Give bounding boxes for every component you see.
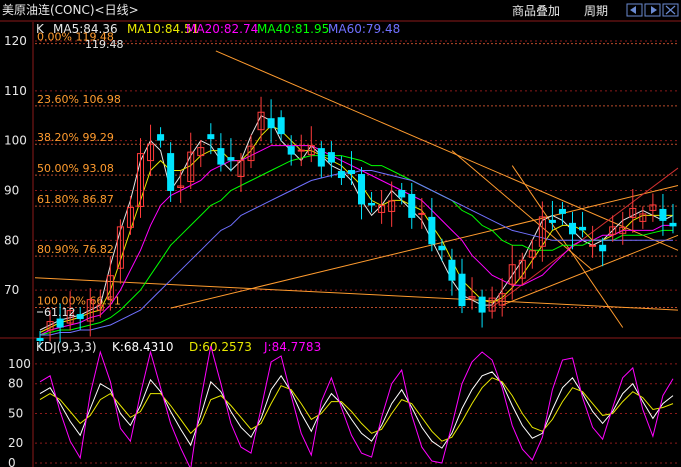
candle-body <box>599 244 607 252</box>
max-price-label: 119.48 <box>85 38 124 51</box>
overlay-commodity-button[interactable]: 商品叠加 <box>512 3 560 18</box>
kdj-y-tick-label: 100 <box>8 357 31 371</box>
candle-body <box>287 146 295 155</box>
chart-title: 美原油连(CONC)<日线> <box>2 2 139 17</box>
fib-level-label: 23.60% 106.98 <box>37 93 121 106</box>
kdj-y-tick-label: 20 <box>8 436 23 450</box>
candle-body <box>478 296 486 313</box>
candle-body <box>207 134 215 140</box>
candle-body <box>157 134 165 141</box>
candle-body <box>458 273 466 307</box>
fib-level-label: 50.00% 93.08 <box>37 162 114 175</box>
candle-body <box>408 193 416 218</box>
ma20-label: MA20:82.74 <box>186 22 258 36</box>
candle-body <box>277 117 285 135</box>
candle-body <box>368 202 376 206</box>
kdj-j-label: J:84.7783 <box>263 340 321 354</box>
y-tick-label: 90 <box>4 183 19 197</box>
candle-body <box>579 226 587 231</box>
candle-body <box>217 148 225 165</box>
candle-body <box>398 189 406 198</box>
candle-body <box>669 222 677 227</box>
candle-body <box>337 171 345 179</box>
candle-body <box>448 259 456 281</box>
fib-level-label: 80.90% 76.82 <box>37 243 114 256</box>
min-price-label: 61.12 <box>44 306 76 319</box>
kdj-y-tick-label: 0 <box>8 456 16 467</box>
candle-body <box>56 318 64 328</box>
candle-body <box>267 118 275 129</box>
kdj-y-tick-label: 80 <box>8 377 23 391</box>
candle-body <box>358 174 366 205</box>
candle-body <box>297 149 305 152</box>
candle-body <box>558 208 566 214</box>
chart-stage: 美原油连(CONC)<日线> 商品叠加 周期 K MA5:84.36 MA10:… <box>0 0 681 467</box>
ma40-label: MA40:81.95 <box>257 22 329 36</box>
candle-body <box>659 208 667 221</box>
kdj-k-label: K:68.4310 <box>112 340 174 354</box>
candle-body <box>589 244 597 247</box>
period-button[interactable]: 周期 <box>584 4 608 18</box>
candle-body <box>227 157 235 161</box>
chart-background <box>0 0 681 467</box>
y-tick-label: 120 <box>4 34 27 48</box>
candle-body <box>317 148 325 167</box>
y-tick-label: 110 <box>4 84 27 98</box>
candle-body <box>76 314 84 320</box>
candle-body <box>428 216 436 245</box>
kdj-y-tick-label: 50 <box>8 406 23 420</box>
candle-body <box>327 152 335 163</box>
fib-level-label: 38.20% 99.29 <box>37 131 114 144</box>
kdj-d-label: D:60.2573 <box>189 340 252 354</box>
fib-level-label: 61.80% 86.87 <box>37 193 114 206</box>
candle-body <box>568 222 577 235</box>
kdj-name: KDJ(9,3,3) <box>36 340 97 354</box>
candle-body <box>418 212 426 215</box>
y-tick-label: 70 <box>4 283 19 297</box>
candle-body <box>438 245 446 251</box>
ma60-label: MA60:79.48 <box>328 22 400 36</box>
y-tick-label: 80 <box>4 233 19 247</box>
candle-body <box>548 219 556 223</box>
y-tick-label: 100 <box>4 134 27 148</box>
candle-body <box>347 170 355 175</box>
candle-body <box>167 153 175 191</box>
